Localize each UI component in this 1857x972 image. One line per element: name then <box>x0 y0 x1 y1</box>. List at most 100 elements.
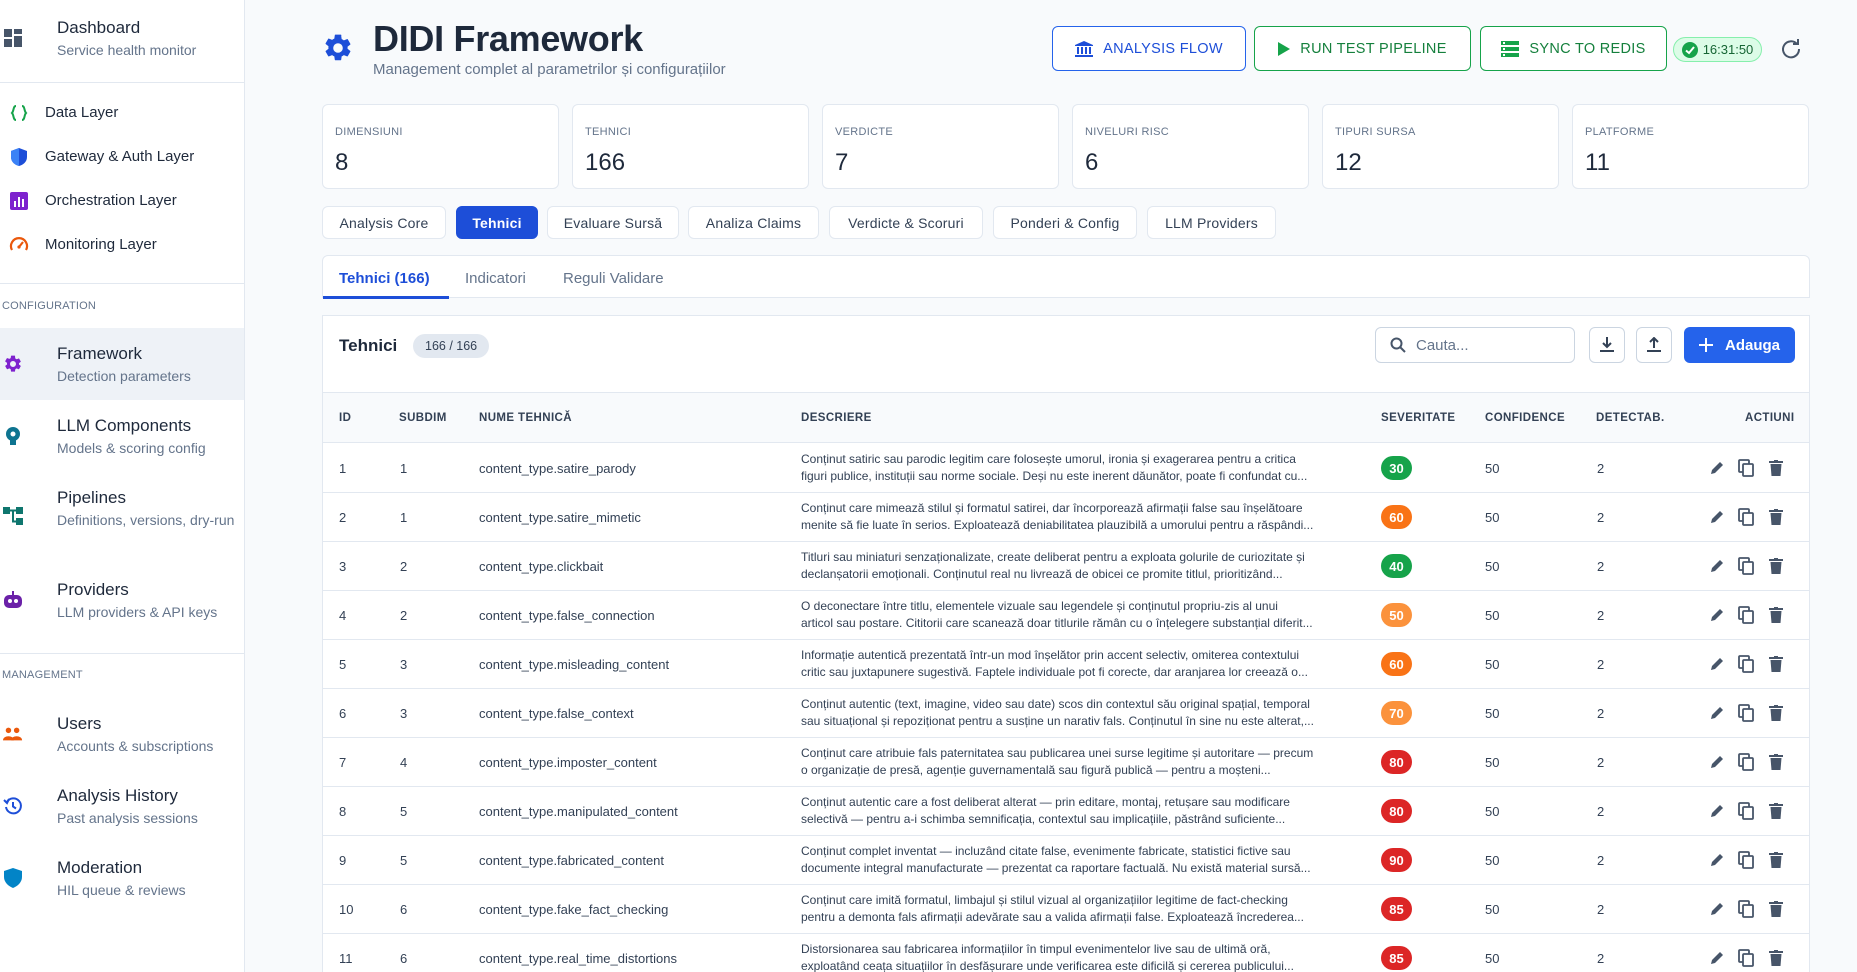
copy-icon[interactable] <box>1736 801 1756 821</box>
delete-icon[interactable] <box>1766 458 1786 478</box>
table-row[interactable]: 3 2 content_type.clickbait Titluri sau mini… <box>323 542 1809 591</box>
add-button[interactable]: Adauga <box>1684 327 1795 363</box>
cell-name: content_type.false_context <box>479 706 634 721</box>
sidebar-item-moderation[interactable]: Moderation HIL queue & reviews <box>0 842 244 914</box>
sidebar-item-users[interactable]: Users Accounts & subscriptions <box>0 698 244 770</box>
sync-to-redis-button[interactable]: SYNC TO REDIS <box>1480 26 1667 71</box>
column-header-detectability[interactable]: DETECTAB. <box>1596 412 1665 424</box>
severity-badge: 60 <box>1381 505 1412 529</box>
cell-subdim: 1 <box>400 510 408 525</box>
edit-icon[interactable] <box>1707 703 1727 723</box>
sidebar-item-framework[interactable]: Framework Detection parameters <box>0 328 244 400</box>
search-input[interactable] <box>1416 336 1566 354</box>
copy-icon[interactable] <box>1736 899 1756 919</box>
delete-icon[interactable] <box>1766 654 1786 674</box>
refresh-icon[interactable] <box>1780 38 1802 60</box>
delete-icon[interactable] <box>1766 948 1786 968</box>
table-row[interactable]: 1 1 content_type.satire_parody Conținut sat… <box>323 444 1809 493</box>
edit-icon[interactable] <box>1707 605 1727 625</box>
delete-icon[interactable] <box>1766 507 1786 527</box>
copy-icon[interactable] <box>1736 605 1756 625</box>
copy-icon[interactable] <box>1736 458 1756 478</box>
sidebar-item-llm-components[interactable]: LLM Components Models & scoring config <box>0 400 244 472</box>
edit-icon[interactable] <box>1707 899 1727 919</box>
table-row[interactable]: 9 5 content_type.fabricated_content Conținu… <box>323 836 1809 885</box>
sidebar-item-gateway-layer[interactable]: Gateway & Auth Layer <box>0 135 244 179</box>
cell-name: content_type.false_connection <box>479 608 655 623</box>
column-header-confidence[interactable]: CONFIDENCE <box>1485 412 1565 424</box>
description-line: Distorsionarea sau fabricarea informații… <box>801 942 1271 956</box>
edit-icon[interactable] <box>1707 850 1727 870</box>
copy-icon[interactable] <box>1736 752 1756 772</box>
edit-icon[interactable] <box>1707 948 1727 968</box>
run-test-pipeline-button[interactable]: RUN TEST PIPELINE <box>1254 26 1471 71</box>
copy-icon[interactable] <box>1736 703 1756 723</box>
sidebar-item-label: Framework <box>57 344 143 363</box>
subtab-reguli-validare[interactable]: Reguli Validare <box>563 270 664 287</box>
column-header-severity[interactable]: SEVERITATE <box>1381 412 1456 424</box>
delete-icon[interactable] <box>1766 899 1786 919</box>
table-row[interactable]: 5 3 content_type.misleading_content Informa… <box>323 640 1809 689</box>
tab-llm-providers[interactable]: LLM Providers <box>1147 206 1276 239</box>
table-row[interactable]: 8 5 content_type.manipulated_content Conțin… <box>323 787 1809 836</box>
table-row[interactable]: 2 1 content_type.satire_mimetic Conținut ca… <box>323 493 1809 542</box>
edit-icon[interactable] <box>1707 654 1727 674</box>
sidebar-item-sub: Accounts & subscriptions <box>57 738 214 754</box>
table-row[interactable]: 4 2 content_type.false_connection O deconec… <box>323 591 1809 640</box>
copy-icon[interactable] <box>1736 507 1756 527</box>
table-row[interactable]: 10 6 content_type.fake_fact_checking Conțin… <box>323 885 1809 934</box>
stat-label: TEHNICI <box>585 126 632 138</box>
sidebar-item-label: Users <box>57 714 102 733</box>
copy-icon[interactable] <box>1736 556 1756 576</box>
cell-description: Conținut care imită formatul, limbajul ș… <box>801 892 1349 925</box>
tab-tehnici[interactable]: Tehnici <box>456 206 538 239</box>
copy-icon[interactable] <box>1736 948 1756 968</box>
copy-icon[interactable] <box>1736 654 1756 674</box>
sidebar-item-label: Moderation <box>57 858 143 877</box>
table-row[interactable]: 7 4 content_type.imposter_content Conținut … <box>323 738 1809 787</box>
edit-icon[interactable] <box>1707 556 1727 576</box>
table-row[interactable]: 11 6 content_type.real_time_distortions Dis… <box>323 934 1809 972</box>
description-line: Conținut care mimează stilul și formatul… <box>801 501 1303 515</box>
edit-icon[interactable] <box>1707 801 1727 821</box>
sidebar-item-data-layer[interactable]: Data Layer <box>0 91 244 135</box>
tab-analysis-core[interactable]: Analysis Core <box>322 206 446 239</box>
column-header-subdim[interactable]: SUBDIM <box>399 412 447 424</box>
tab-ponderi-config[interactable]: Ponderi & Config <box>993 206 1137 239</box>
column-header-description[interactable]: DESCRIERE <box>801 412 872 424</box>
sidebar-item-orchestration-layer[interactable]: Orchestration Layer <box>0 179 244 223</box>
tab-analiza-claims[interactable]: Analiza Claims <box>688 206 819 239</box>
table-row[interactable]: 6 3 content_type.false_context Conținut aut… <box>323 689 1809 738</box>
sidebar-item-analysis-history[interactable]: Analysis History Past analysis sessions <box>0 770 244 842</box>
delete-icon[interactable] <box>1766 801 1786 821</box>
download-button[interactable] <box>1589 327 1625 363</box>
upload-button[interactable] <box>1636 327 1672 363</box>
severity-badge: 90 <box>1381 848 1412 872</box>
delete-icon[interactable] <box>1766 850 1786 870</box>
edit-icon[interactable] <box>1707 752 1727 772</box>
edit-icon[interactable] <box>1707 458 1727 478</box>
edit-icon[interactable] <box>1707 507 1727 527</box>
stat-label: PLATFORME <box>1585 126 1655 138</box>
copy-icon[interactable] <box>1736 850 1756 870</box>
sidebar-item-sub: Service health monitor <box>57 42 197 58</box>
description-line: Conținut care imită formatul, limbajul ș… <box>801 893 1288 907</box>
delete-icon[interactable] <box>1766 752 1786 772</box>
tab-evaluare-sursa[interactable]: Evaluare Sursă <box>547 206 679 239</box>
column-header-id[interactable]: ID <box>339 412 351 424</box>
tab-verdicte-scoruri[interactable]: Verdicte & Scoruri <box>829 206 983 239</box>
analysis-flow-button[interactable]: ANALYSIS FLOW <box>1052 26 1246 71</box>
sidebar-item-pipelines[interactable]: Pipelines Definitions, versions, dry-run <box>0 472 244 564</box>
description-line: articol sau postare. Cititorii care scan… <box>801 615 1313 630</box>
delete-icon[interactable] <box>1766 605 1786 625</box>
delete-icon[interactable] <box>1766 556 1786 576</box>
sidebar-item-monitoring-layer[interactable]: Monitoring Layer <box>0 223 244 267</box>
delete-icon[interactable] <box>1766 703 1786 723</box>
subtab-tehnici[interactable]: Tehnici (166) <box>339 270 430 287</box>
sidebar-item-dashboard[interactable]: Dashboard Service health monitor <box>0 0 244 83</box>
cell-detectability: 2 <box>1597 755 1605 770</box>
column-header-name[interactable]: NUME TEHNICĂ <box>479 412 572 424</box>
subtab-indicatori[interactable]: Indicatori <box>465 270 526 287</box>
sidebar-item-providers[interactable]: Providers LLM providers & API keys <box>0 564 244 636</box>
search-box[interactable] <box>1375 327 1575 363</box>
